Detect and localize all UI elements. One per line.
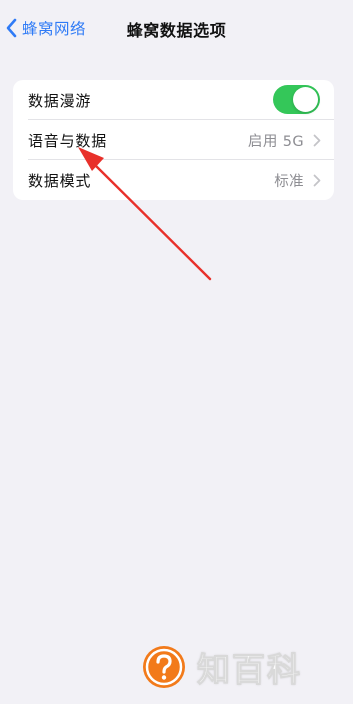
watermark: 知百科 (141, 643, 302, 691)
toggle-knob (293, 87, 318, 112)
question-mark-bubble-icon (143, 646, 185, 688)
navigation-bar: 蜂窝网络 蜂窝数据选项 (0, 0, 353, 56)
watermark-text: 知百科 (197, 650, 302, 690)
data-roaming-toggle[interactable] (273, 85, 320, 114)
data-roaming-row: 数据漫游 (13, 80, 334, 120)
voice-and-data-label: 语音与数据 (28, 131, 108, 150)
chevron-right-icon (313, 174, 321, 187)
page-title: 蜂窝数据选项 (126, 21, 227, 40)
voice-and-data-value: 启用 5G (247, 133, 304, 150)
data-roaming-label: 数据漫游 (28, 91, 92, 110)
chevron-right-icon (313, 134, 321, 147)
data-mode-value: 标准 (274, 173, 304, 190)
data-mode-label: 数据模式 (28, 171, 92, 190)
data-mode-row[interactable]: 数据模式 标准 (13, 160, 334, 200)
voice-and-data-row[interactable]: 语音与数据 启用 5G (13, 120, 334, 160)
settings-group: 数据漫游 语音与数据 启用 5G 数据模式 标准 (13, 80, 334, 200)
